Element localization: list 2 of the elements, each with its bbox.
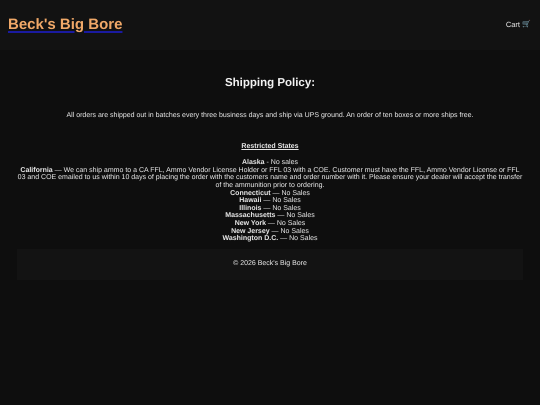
site-logo[interactable]: Beck's Big Bore xyxy=(8,14,122,36)
page-title: Shipping Policy: xyxy=(224,76,316,91)
